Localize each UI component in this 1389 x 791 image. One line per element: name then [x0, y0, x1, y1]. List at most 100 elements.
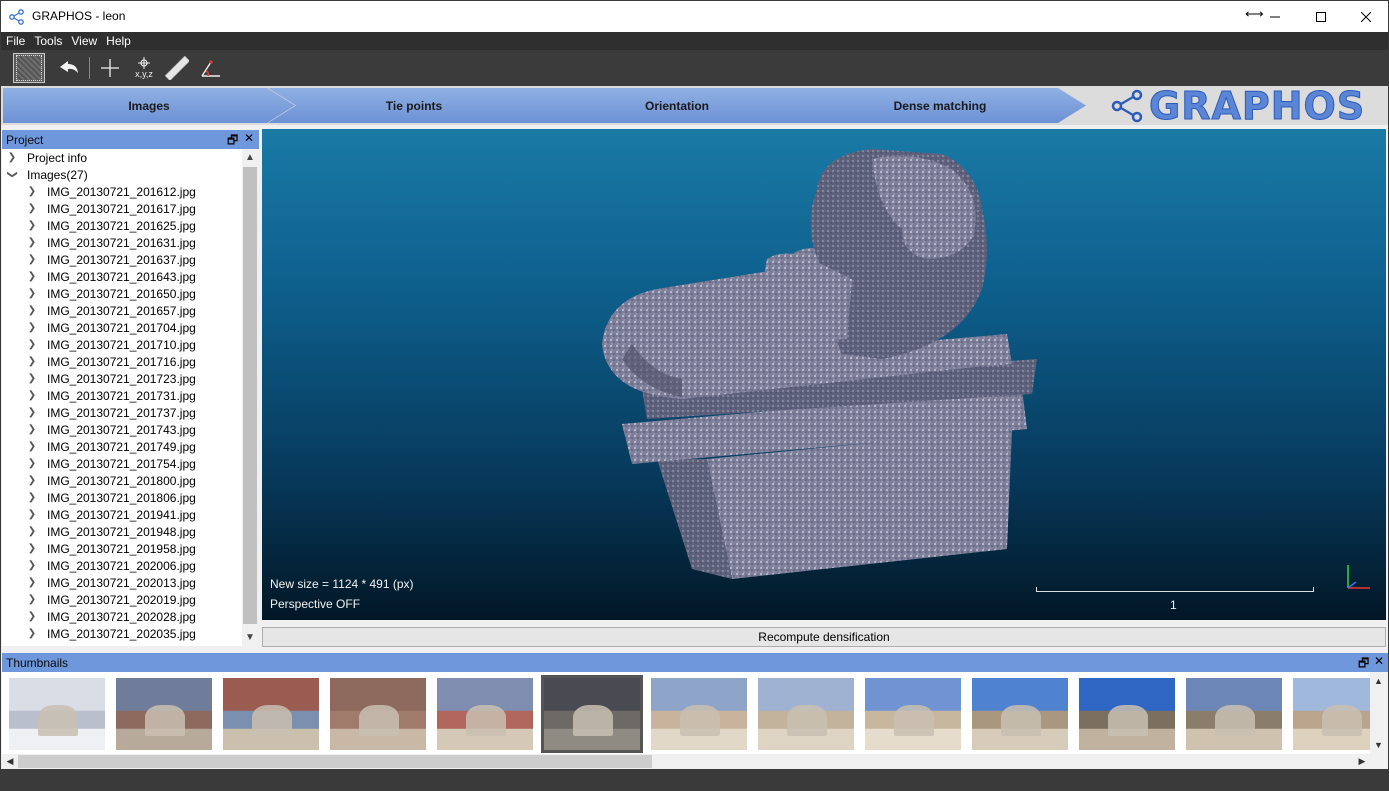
thumbnail-image[interactable]: [1079, 678, 1175, 750]
tree-item-image[interactable]: ❯ IMG_20130721_201806.jpg: [2, 489, 242, 506]
xyz-point-tool-button[interactable]: x,y,z: [129, 53, 159, 83]
tree-item-project-info[interactable]: ❯ Project info: [2, 149, 242, 166]
scroll-left-icon[interactable]: ◀: [2, 754, 18, 769]
chevron-right-icon[interactable]: ❯: [27, 305, 37, 316]
thumbnail-image[interactable]: [651, 678, 747, 750]
chevron-right-icon[interactable]: ❯: [27, 356, 37, 367]
chevron-down-icon[interactable]: ❯: [7, 170, 18, 180]
tree-item-image[interactable]: ❯ IMG_20130721_201657.jpg: [2, 302, 242, 319]
chevron-right-icon[interactable]: ❯: [27, 373, 37, 384]
tree-item-image[interactable]: ❯ IMG_20130721_201617.jpg: [2, 200, 242, 217]
tree-item-image[interactable]: ❯ IMG_20130721_201710.jpg: [2, 336, 242, 353]
chevron-right-icon[interactable]: ❯: [27, 322, 37, 333]
tree-item-image[interactable]: ❯ IMG_20130721_202013.jpg: [2, 574, 242, 591]
menu-view[interactable]: View: [70, 34, 98, 48]
chevron-right-icon[interactable]: ❯: [27, 560, 37, 571]
menu-help[interactable]: Help: [105, 34, 132, 48]
measure-tool-button[interactable]: [163, 53, 191, 83]
tree-item-image[interactable]: ❯ IMG_20130721_201737.jpg: [2, 404, 242, 421]
chevron-right-icon[interactable]: ❯: [27, 220, 37, 231]
tree-item-image[interactable]: ❯ IMG_20130721_201948.jpg: [2, 523, 242, 540]
workflow-step-dense-matching[interactable]: Dense matching: [794, 88, 1086, 123]
workflow-step-images[interactable]: Images: [3, 88, 295, 123]
recompute-densification-button[interactable]: Recompute densification: [262, 627, 1386, 647]
thumbnail-image[interactable]: [223, 678, 319, 750]
chevron-right-icon[interactable]: ❯: [27, 611, 37, 622]
chevron-right-icon[interactable]: ❯: [27, 458, 37, 469]
selection-tool-button[interactable]: [13, 53, 45, 83]
angle-tool-button[interactable]: [197, 53, 225, 83]
workflow-step-orientation[interactable]: Orientation: [531, 88, 823, 123]
thumbnail-image[interactable]: [972, 678, 1068, 750]
tree-item-image[interactable]: ❯ IMG_20130721_202035.jpg: [2, 625, 242, 642]
chevron-right-icon[interactable]: ❯: [27, 628, 37, 639]
tree-item-image[interactable]: ❯ IMG_20130721_201731.jpg: [2, 387, 242, 404]
thumbnail-image[interactable]: [330, 678, 426, 750]
undo-button[interactable]: [55, 53, 83, 83]
thumbnail-image[interactable]: [116, 678, 212, 750]
chevron-right-icon[interactable]: ❯: [27, 441, 37, 452]
tree-item-image[interactable]: ❯ IMG_20130721_201749.jpg: [2, 438, 242, 455]
close-panel-icon[interactable]: ✕: [1374, 654, 1384, 668]
tree-item-image[interactable]: ❯ IMG_20130721_202019.jpg: [2, 591, 242, 608]
tree-item-image[interactable]: ❯ IMG_20130721_201631.jpg: [2, 234, 242, 251]
crosshair-tool-button[interactable]: [97, 53, 123, 83]
close-panel-icon[interactable]: ✕: [244, 131, 254, 145]
chevron-right-icon[interactable]: ❯: [27, 492, 37, 503]
tree-item-image[interactable]: ❯ IMG_20130721_202006.jpg: [2, 557, 242, 574]
thumbnail-image[interactable]: [9, 678, 105, 750]
thumbnail-image[interactable]: [1186, 678, 1282, 750]
minimize-button[interactable]: [1252, 1, 1298, 32]
tree-item-image[interactable]: ❯ IMG_20130721_201723.jpg: [2, 370, 242, 387]
close-button[interactable]: [1343, 1, 1389, 32]
scrollbar-thumb[interactable]: [243, 167, 257, 624]
menu-tools[interactable]: Tools: [33, 34, 63, 48]
chevron-right-icon[interactable]: ❯: [27, 186, 37, 197]
tree-item-image[interactable]: ❯ IMG_20130721_201743.jpg: [2, 421, 242, 438]
thumbnail-image[interactable]: [865, 678, 961, 750]
scroll-down-icon[interactable]: ▼: [1370, 738, 1387, 752]
tree-item-image[interactable]: ❯ IMG_20130721_202028.jpg: [2, 608, 242, 625]
workflow-step-tie-points[interactable]: Tie points: [268, 88, 560, 123]
thumbnail-image[interactable]: [541, 675, 643, 753]
tree-item-image[interactable]: ❯ IMG_20130721_201637.jpg: [2, 251, 242, 268]
scrollbar-thumb[interactable]: [18, 755, 652, 768]
tree-item-image[interactable]: ❯ IMG_20130721_201716.jpg: [2, 353, 242, 370]
tree-item-image[interactable]: ❯ IMG_20130721_201800.jpg: [2, 472, 242, 489]
chevron-right-icon[interactable]: ❯: [27, 424, 37, 435]
chevron-right-icon[interactable]: ❯: [27, 237, 37, 248]
chevron-right-icon[interactable]: ❯: [27, 288, 37, 299]
tree-item-image[interactable]: ❯ IMG_20130721_201650.jpg: [2, 285, 242, 302]
tree-item-image[interactable]: ❯ IMG_20130721_201754.jpg: [2, 455, 242, 472]
chevron-right-icon[interactable]: ❯: [27, 203, 37, 214]
point-cloud-viewer[interactable]: New size = 1124 * 491 (px) Perspective O…: [262, 129, 1386, 620]
thumbnails-vertical-scrollbar[interactable]: ▲ ▼: [1370, 672, 1387, 754]
chevron-right-icon[interactable]: ❯: [27, 594, 37, 605]
menu-file[interactable]: File: [5, 34, 26, 48]
chevron-right-icon[interactable]: ❯: [27, 577, 37, 588]
tree-item-image[interactable]: ❯ IMG_20130721_201612.jpg: [2, 183, 242, 200]
chevron-right-icon[interactable]: ❯: [27, 254, 37, 265]
thumbnail-image[interactable]: [1293, 678, 1370, 750]
tree-item-image[interactable]: ❯ IMG_20130721_201941.jpg: [2, 506, 242, 523]
chevron-right-icon[interactable]: ❯: [27, 339, 37, 350]
scroll-up-icon[interactable]: ▲: [242, 149, 258, 166]
chevron-right-icon[interactable]: ❯: [7, 152, 17, 163]
chevron-right-icon[interactable]: ❯: [27, 526, 37, 537]
chevron-right-icon[interactable]: ❯: [27, 271, 37, 282]
chevron-right-icon[interactable]: ❯: [27, 475, 37, 486]
scroll-right-icon[interactable]: ▶: [1354, 754, 1370, 769]
project-tree-scrollbar[interactable]: ▲ ▼: [242, 149, 258, 646]
thumbnail-image[interactable]: [437, 678, 533, 750]
scroll-up-icon[interactable]: ▲: [1370, 674, 1387, 688]
thumbnail-image[interactable]: [758, 678, 854, 750]
tree-item-image[interactable]: ❯ IMG_20130721_201643.jpg: [2, 268, 242, 285]
tree-item-images[interactable]: ❯ Images(27): [2, 166, 242, 183]
tree-item-image[interactable]: ❯ IMG_20130721_201704.jpg: [2, 319, 242, 336]
thumbnails-horizontal-scrollbar[interactable]: ◀ ▶: [2, 754, 1370, 769]
maximize-button[interactable]: [1298, 1, 1344, 32]
chevron-right-icon[interactable]: ❯: [27, 509, 37, 520]
scroll-down-icon[interactable]: ▼: [242, 629, 258, 646]
tree-item-image[interactable]: ❯ IMG_20130721_201958.jpg: [2, 540, 242, 557]
tree-item-image[interactable]: ❯ IMG_20130721_201625.jpg: [2, 217, 242, 234]
